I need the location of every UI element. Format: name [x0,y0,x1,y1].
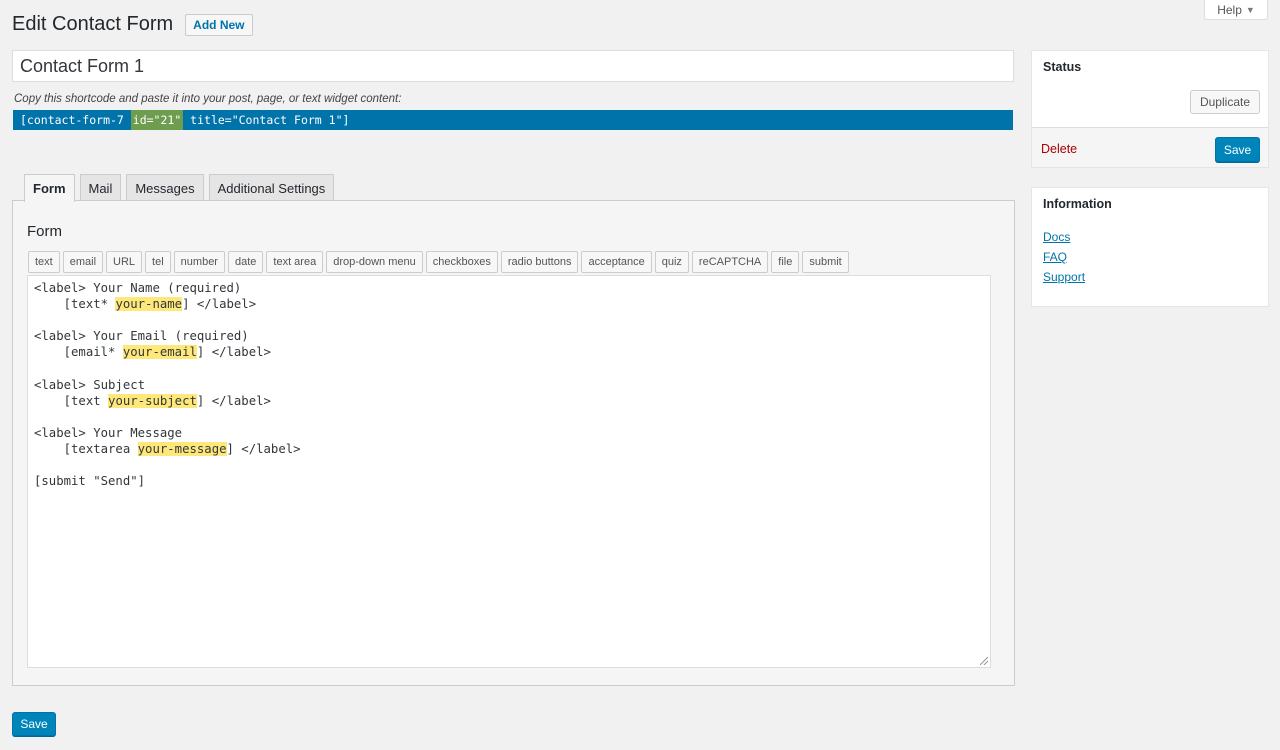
form-panel: Form text email URL tel number date text… [12,200,1015,686]
field-name-highlight: your-email [122,345,197,360]
tag-button-recaptcha[interactable]: reCAPTCHA [691,251,769,273]
editor-tabs: Form Mail Messages Additional Settings [24,174,335,202]
form-title-input[interactable]: Contact Form 1 [12,50,1014,82]
tag-button-file[interactable]: file [771,251,800,273]
field-name-highlight: your-name [115,297,183,312]
tag-button-submit[interactable]: submit [802,251,849,273]
code-line: [text* your-name] </label> [34,296,984,312]
tag-button-email[interactable]: email [62,251,104,273]
code-text: [text* [34,297,116,312]
faq-link[interactable]: FAQ [1043,250,1085,265]
tab-messages[interactable]: Messages [126,174,204,201]
tab-mail[interactable]: Mail [79,174,122,201]
shortcode-part: title="Contact Form 1"] [183,113,350,127]
tag-button-url[interactable]: URL [106,251,143,273]
add-new-button[interactable]: Add New [185,13,253,36]
information-title: Information [1043,197,1112,211]
tag-button-number[interactable]: number [173,251,225,273]
help-label: Help [1217,2,1242,17]
status-actions: Delete Save [1032,127,1268,167]
status-title: Status [1043,60,1082,74]
code-line: <label> Your Message [34,425,183,440]
code-line: [textarea your-message] </label> [34,441,984,457]
tag-button-acceptance[interactable]: acceptance [581,251,652,273]
code-line: [text your-subject] </label> [34,393,984,409]
shortcode-id-highlight: id="21" [130,110,184,130]
tag-button-date[interactable]: date [227,251,264,273]
code-line: [submit "Send"] [34,474,146,489]
code-line: <label> Your Email (required) [34,329,249,344]
tag-button-radio-buttons[interactable]: radio buttons [500,251,579,273]
duplicate-button[interactable]: Duplicate [1189,90,1260,114]
page-title: Edit Contact Form [12,13,174,35]
tab-additional-settings[interactable]: Additional Settings [208,174,335,201]
tag-button-text-area[interactable]: text area [266,251,324,273]
code-line: <label> Your Name (required) [34,281,242,295]
tag-button-tel[interactable]: tel [145,251,171,273]
tag-generator-buttons: text email URL tel number date text area… [28,251,849,273]
field-name-highlight: your-message [137,441,227,456]
tag-button-checkboxes[interactable]: checkboxes [425,251,498,273]
help-tab[interactable]: Help ▼ [1204,0,1268,20]
tag-button-quiz[interactable]: quiz [654,251,689,273]
field-name-highlight: your-subject [108,393,197,408]
form-code-editor[interactable]: <label> Your Name (required) [text* your… [27,275,991,668]
code-text: ] </label> [196,345,271,360]
shortcode-part: [contact-form-7 [20,113,131,127]
shortcode-text[interactable]: [contact-form-7 id="21" title="Contact F… [13,110,1013,130]
sidebar-save-button[interactable]: Save [1215,137,1260,162]
resize-handle-icon[interactable] [980,657,988,665]
code-text: [text [34,393,109,408]
code-line: [email* your-email] </label> [34,344,984,360]
docs-link[interactable]: Docs [1043,230,1085,245]
code-text: ] </label> [226,441,301,456]
code-line: <label> Subject [34,377,146,392]
caret-down-icon: ▼ [1245,4,1255,15]
code-text: ] </label> [196,393,271,408]
code-text: [email* [34,345,123,360]
status-box: Status Duplicate Delete Save [1031,50,1269,168]
panel-title: Form [27,223,62,240]
delete-link[interactable]: Delete [1041,142,1077,156]
tab-form[interactable]: Form [24,174,75,202]
code-text: ] </label> [182,297,257,312]
page-header: Edit Contact Form Add New [12,13,253,36]
tag-button-text[interactable]: text [28,251,60,273]
support-link[interactable]: Support [1043,270,1085,285]
information-links: Docs FAQ Support [1043,230,1085,285]
save-button[interactable]: Save [12,712,56,736]
information-box: Information Docs FAQ Support [1031,187,1269,307]
code-text: [textarea [34,441,138,456]
tag-button-drop-down-menu[interactable]: drop-down menu [326,251,423,273]
shortcode-hint: Copy this shortcode and paste it into yo… [14,93,402,105]
